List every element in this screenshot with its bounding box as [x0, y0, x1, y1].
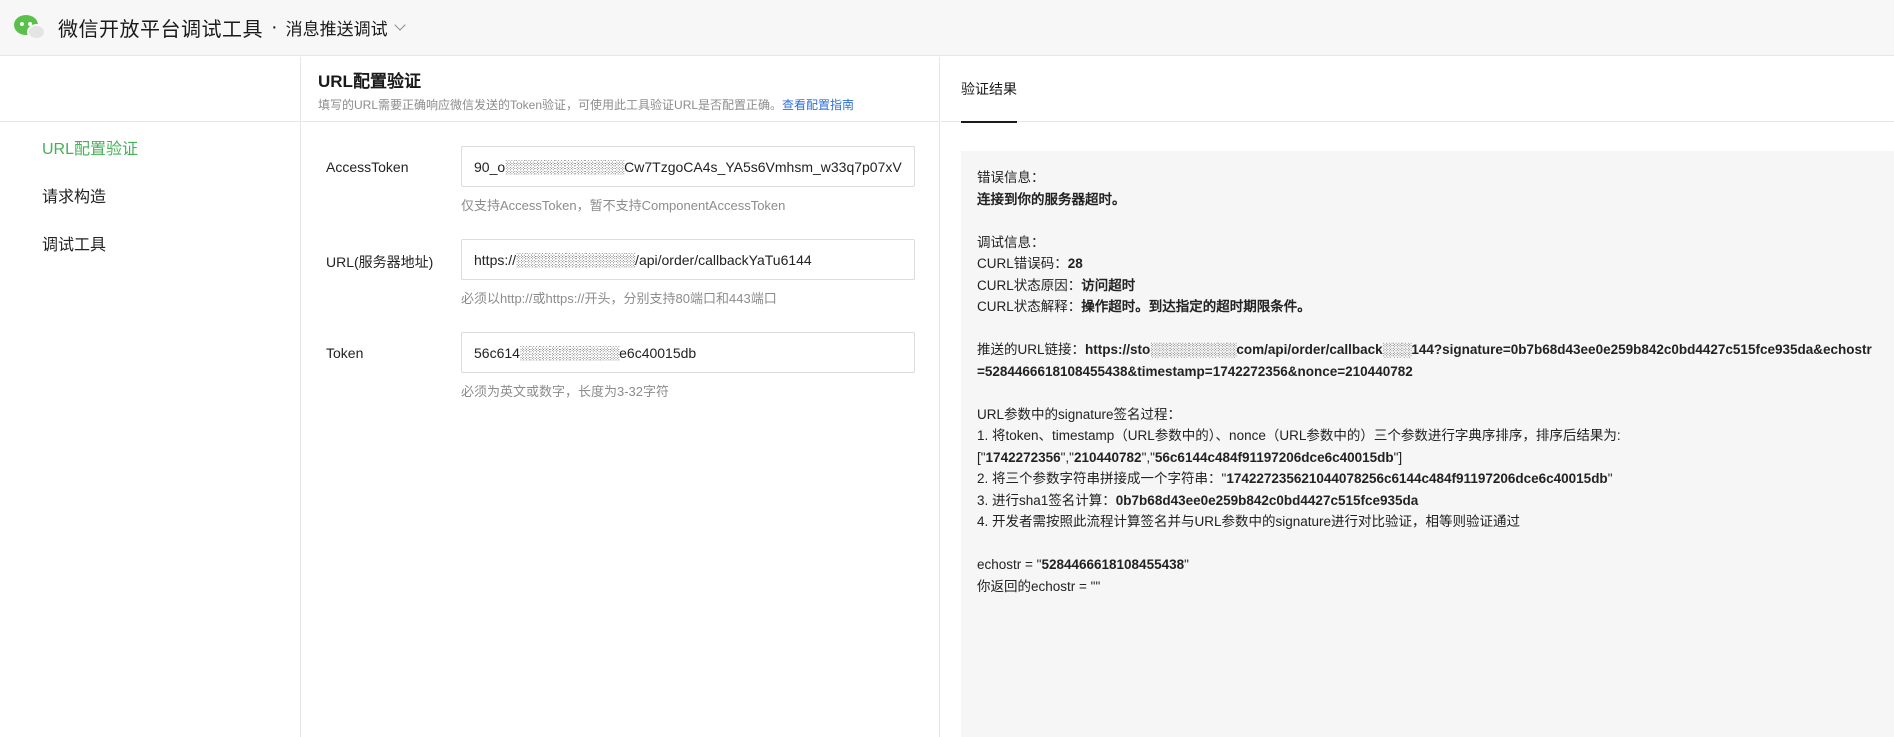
sidebar: URL配置验证 请求构造 调试工具	[0, 57, 301, 737]
curl-explain-label: CURL状态解释：	[977, 299, 1082, 314]
tab-verify-result[interactable]: 验证结果	[961, 57, 1017, 123]
accesstoken-input[interactable]	[461, 146, 915, 187]
result-tabs: 验证结果	[941, 57, 1894, 123]
step3-text: 3. 进行sha1签名计算：	[977, 492, 1116, 508]
step1-value-timestamp: 1742272356	[985, 449, 1061, 465]
step1-result: ["1742272356","210440782","56c6144c484f9…	[977, 449, 1403, 465]
curl-reason-value: 访问超时	[1081, 277, 1136, 293]
accesstoken-label: AccessToken	[326, 159, 409, 175]
wechat-logo-icon	[14, 13, 48, 43]
result-panel: 验证结果 错误信息： 连接到你的服务器超时。 调试信息： CURL错误码：28 …	[941, 57, 1894, 737]
step3-value: 0b7b68d43ee0e259b842c0bd4427c515fce935da	[1115, 492, 1419, 508]
step1-text: 1. 将token、timestamp（URL参数中的）、nonce（URL参数…	[977, 428, 1621, 443]
returned-echostr: 你返回的echostr = ""	[977, 578, 1101, 594]
push-url-label: 推送的URL链接：	[977, 342, 1086, 357]
step1-value-token: 56c6144c484f91197206dce6c40015db	[1154, 449, 1394, 465]
config-form: AccessToken 仅支持AccessToken，暂不支持Component…	[302, 122, 939, 425]
config-form-panel: URL配置验证 填写的URL需要正确响应微信发送的Token验证，可使用此工具验…	[302, 57, 940, 737]
page-subtitle: 填写的URL需要正确响应微信发送的Token验证，可使用此工具验证URL是否配置…	[318, 96, 923, 113]
top-header: 微信开放平台调试工具 · 消息推送调试	[0, 0, 1894, 56]
curl-code-value: 28	[1067, 256, 1083, 271]
token-hint: 必须为英文或数字，长度为3-32字符	[461, 384, 670, 399]
curl-code-label: CURL错误码：	[977, 256, 1068, 271]
page-switcher[interactable]: 消息推送调试	[285, 15, 406, 40]
sidebar-header	[0, 57, 300, 122]
page-name: 消息推送调试	[285, 20, 388, 39]
form-row-accesstoken: AccessToken 仅支持AccessToken，暂不支持Component…	[326, 146, 915, 239]
url-label: URL(服务器地址)	[326, 254, 434, 270]
step2-value: 174227235621044078256c6144c484f91197206d…	[1226, 471, 1608, 486]
sidebar-item-debug-tools[interactable]: 调试工具	[0, 222, 300, 270]
accesstoken-hint: 仅支持AccessToken，暂不支持ComponentAccessToken	[461, 198, 786, 213]
step2-text: 2. 将三个参数字符串拼接成一个字符串："	[977, 471, 1227, 486]
echostr-label: echostr = "	[977, 557, 1042, 572]
subtitle-text: 填写的URL需要正确响应微信发送的Token验证，可使用此工具验证URL是否配置…	[318, 98, 783, 112]
debug-label: 调试信息：	[977, 234, 1045, 250]
chevron-down-icon	[394, 19, 406, 31]
sidebar-item-request-build[interactable]: 请求构造	[0, 174, 300, 222]
error-text: 连接到你的服务器超时。	[977, 191, 1126, 207]
step1-value-nonce: 210440782	[1073, 449, 1142, 465]
sidebar-item-url-config[interactable]: URL配置验证	[0, 126, 300, 174]
title-separator: ·	[271, 16, 278, 38]
form-header: URL配置验证 填写的URL需要正确响应微信发送的Token验证，可使用此工具验…	[302, 57, 939, 122]
token-label: Token	[326, 345, 364, 361]
curl-reason-label: CURL状态原因：	[977, 277, 1082, 293]
result-content: 错误信息： 连接到你的服务器超时。 调试信息： CURL错误码：28 CURL状…	[961, 151, 1894, 737]
app-title: 微信开放平台调试工具	[58, 19, 263, 41]
page-title: URL配置验证	[318, 72, 421, 91]
curl-explain-value: 操作超时。到达指定的超时期限条件。	[1081, 299, 1311, 314]
config-guide-link[interactable]: 查看配置指南	[782, 98, 854, 112]
token-input[interactable]	[461, 332, 915, 373]
echostr-value: 5284466618108455438	[1041, 557, 1185, 572]
url-input[interactable]	[461, 239, 915, 280]
form-row-token: Token 必须为英文或数字，长度为3-32字符	[326, 332, 915, 425]
url-hint: 必须以http://或https://开头，分别支持80端口和443端口	[461, 291, 777, 306]
step4-text: 4. 开发者需按照此流程计算签名并与URL参数中的signature进行对比验证…	[977, 514, 1521, 529]
signature-process-label: URL参数中的signature签名过程：	[977, 406, 1182, 422]
error-label: 错误信息：	[977, 170, 1045, 185]
push-url-value: https://sto░░░░░░░░░com/api/order/callba…	[977, 342, 1872, 379]
form-row-url: URL(服务器地址) 必须以http://或https://开头，分别支持80端…	[326, 239, 915, 332]
